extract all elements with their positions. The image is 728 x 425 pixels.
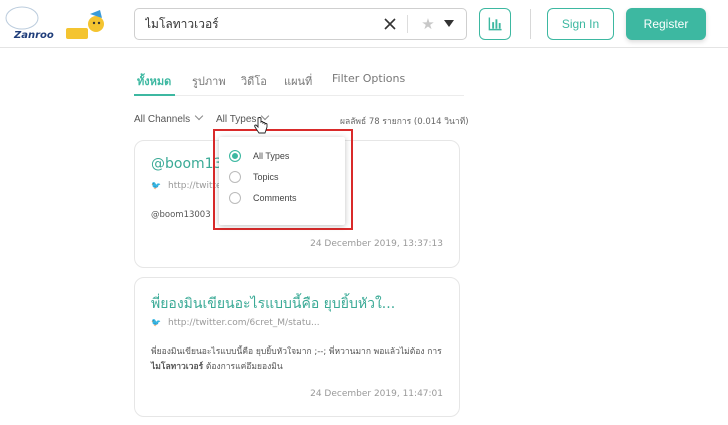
result-tabs: ทั้งหมด รูปภาพ วิดีโอ แผนที่ Filter Opti… xyxy=(134,66,464,96)
option-label: Comments xyxy=(253,193,297,203)
post-title[interactable]: พี่ยองมินเขียนอะไรแบบนี้คือ ยุบยิ้บหัวใ.… xyxy=(151,293,451,315)
channels-filter[interactable]: All Channels xyxy=(134,111,204,125)
types-dropdown-menu: All Types Topics Comments xyxy=(219,137,345,225)
header-divider xyxy=(530,9,531,39)
tab-filter-options[interactable]: Filter Options xyxy=(332,72,405,85)
radio-unselected[interactable] xyxy=(229,170,241,183)
radio-selected[interactable] xyxy=(229,149,241,162)
results-count: ผลลัพธ์ 78 รายการ (0.014 วินาที) xyxy=(340,117,469,127)
hand-cursor-icon xyxy=(254,117,268,134)
search-box[interactable]: ★ xyxy=(134,8,467,40)
search-input[interactable] xyxy=(145,13,375,35)
stats-button[interactable] xyxy=(479,8,511,40)
option-comments[interactable]: Comments xyxy=(229,191,297,205)
tab-videos[interactable]: วิดีโอ xyxy=(241,72,267,90)
zanroo-logo[interactable]: Zanroo xyxy=(4,4,114,44)
post-date: 24 December 2019, 11:47:01 xyxy=(310,389,443,399)
option-label: Topics xyxy=(253,172,279,182)
option-label: All Types xyxy=(253,151,290,161)
post-date: 24 December 2019, 13:37:13 xyxy=(310,239,443,249)
active-tab-indicator xyxy=(134,94,175,96)
post-link[interactable]: 🐦 http://twitter.com/6cret_M/statu... xyxy=(151,318,320,328)
chevron-down-icon xyxy=(194,111,204,121)
star-icon[interactable]: ★ xyxy=(419,14,437,34)
post-card[interactable]: พี่ยองมินเขียนอะไรแบบนี้คือ ยุบยิ้บหัวใ.… xyxy=(134,277,460,417)
search-separator xyxy=(407,15,408,33)
tab-map[interactable]: แผนที่ xyxy=(284,72,312,90)
post-link[interactable]: 🐦 http://twitte xyxy=(151,181,222,191)
tab-images[interactable]: รูปภาพ xyxy=(192,72,226,90)
post-link-text: http://twitter.com/6cret_M/statu... xyxy=(168,318,320,328)
post-text: พี่ยองมินเขียนอะไรแบบนี้คือ ยุบยิ้บหัวใจ… xyxy=(151,345,451,375)
radio-unselected[interactable] xyxy=(229,191,241,204)
top-header: Zanroo ★ Sign In Register xyxy=(0,0,728,48)
twitter-icon: 🐦 xyxy=(151,318,161,327)
channels-filter-label: All Channels xyxy=(134,114,191,125)
tab-all[interactable]: ทั้งหมด xyxy=(137,72,171,90)
register-button[interactable]: Register xyxy=(626,8,706,40)
logo-text: Zanroo xyxy=(13,30,54,41)
types-filter-label: All Types xyxy=(216,114,257,125)
option-all-types[interactable]: All Types xyxy=(229,149,289,163)
option-topics[interactable]: Topics xyxy=(229,170,279,184)
post-text-part: พี่ยองมินเขียนอะไรแบบนี้คือ ยุบยิ้บหัวใจ… xyxy=(151,347,442,357)
clear-icon[interactable] xyxy=(380,14,400,34)
signin-button[interactable]: Sign In xyxy=(547,8,614,40)
bar-chart-icon xyxy=(488,17,502,31)
twitter-icon: 🐦 xyxy=(151,181,161,190)
chevron-down-icon[interactable] xyxy=(444,20,454,27)
post-text-part: ต้องการแค่อึมยองมิน xyxy=(203,362,283,372)
post-text-highlight: ไมโลทาวเวอร์ xyxy=(151,362,204,372)
